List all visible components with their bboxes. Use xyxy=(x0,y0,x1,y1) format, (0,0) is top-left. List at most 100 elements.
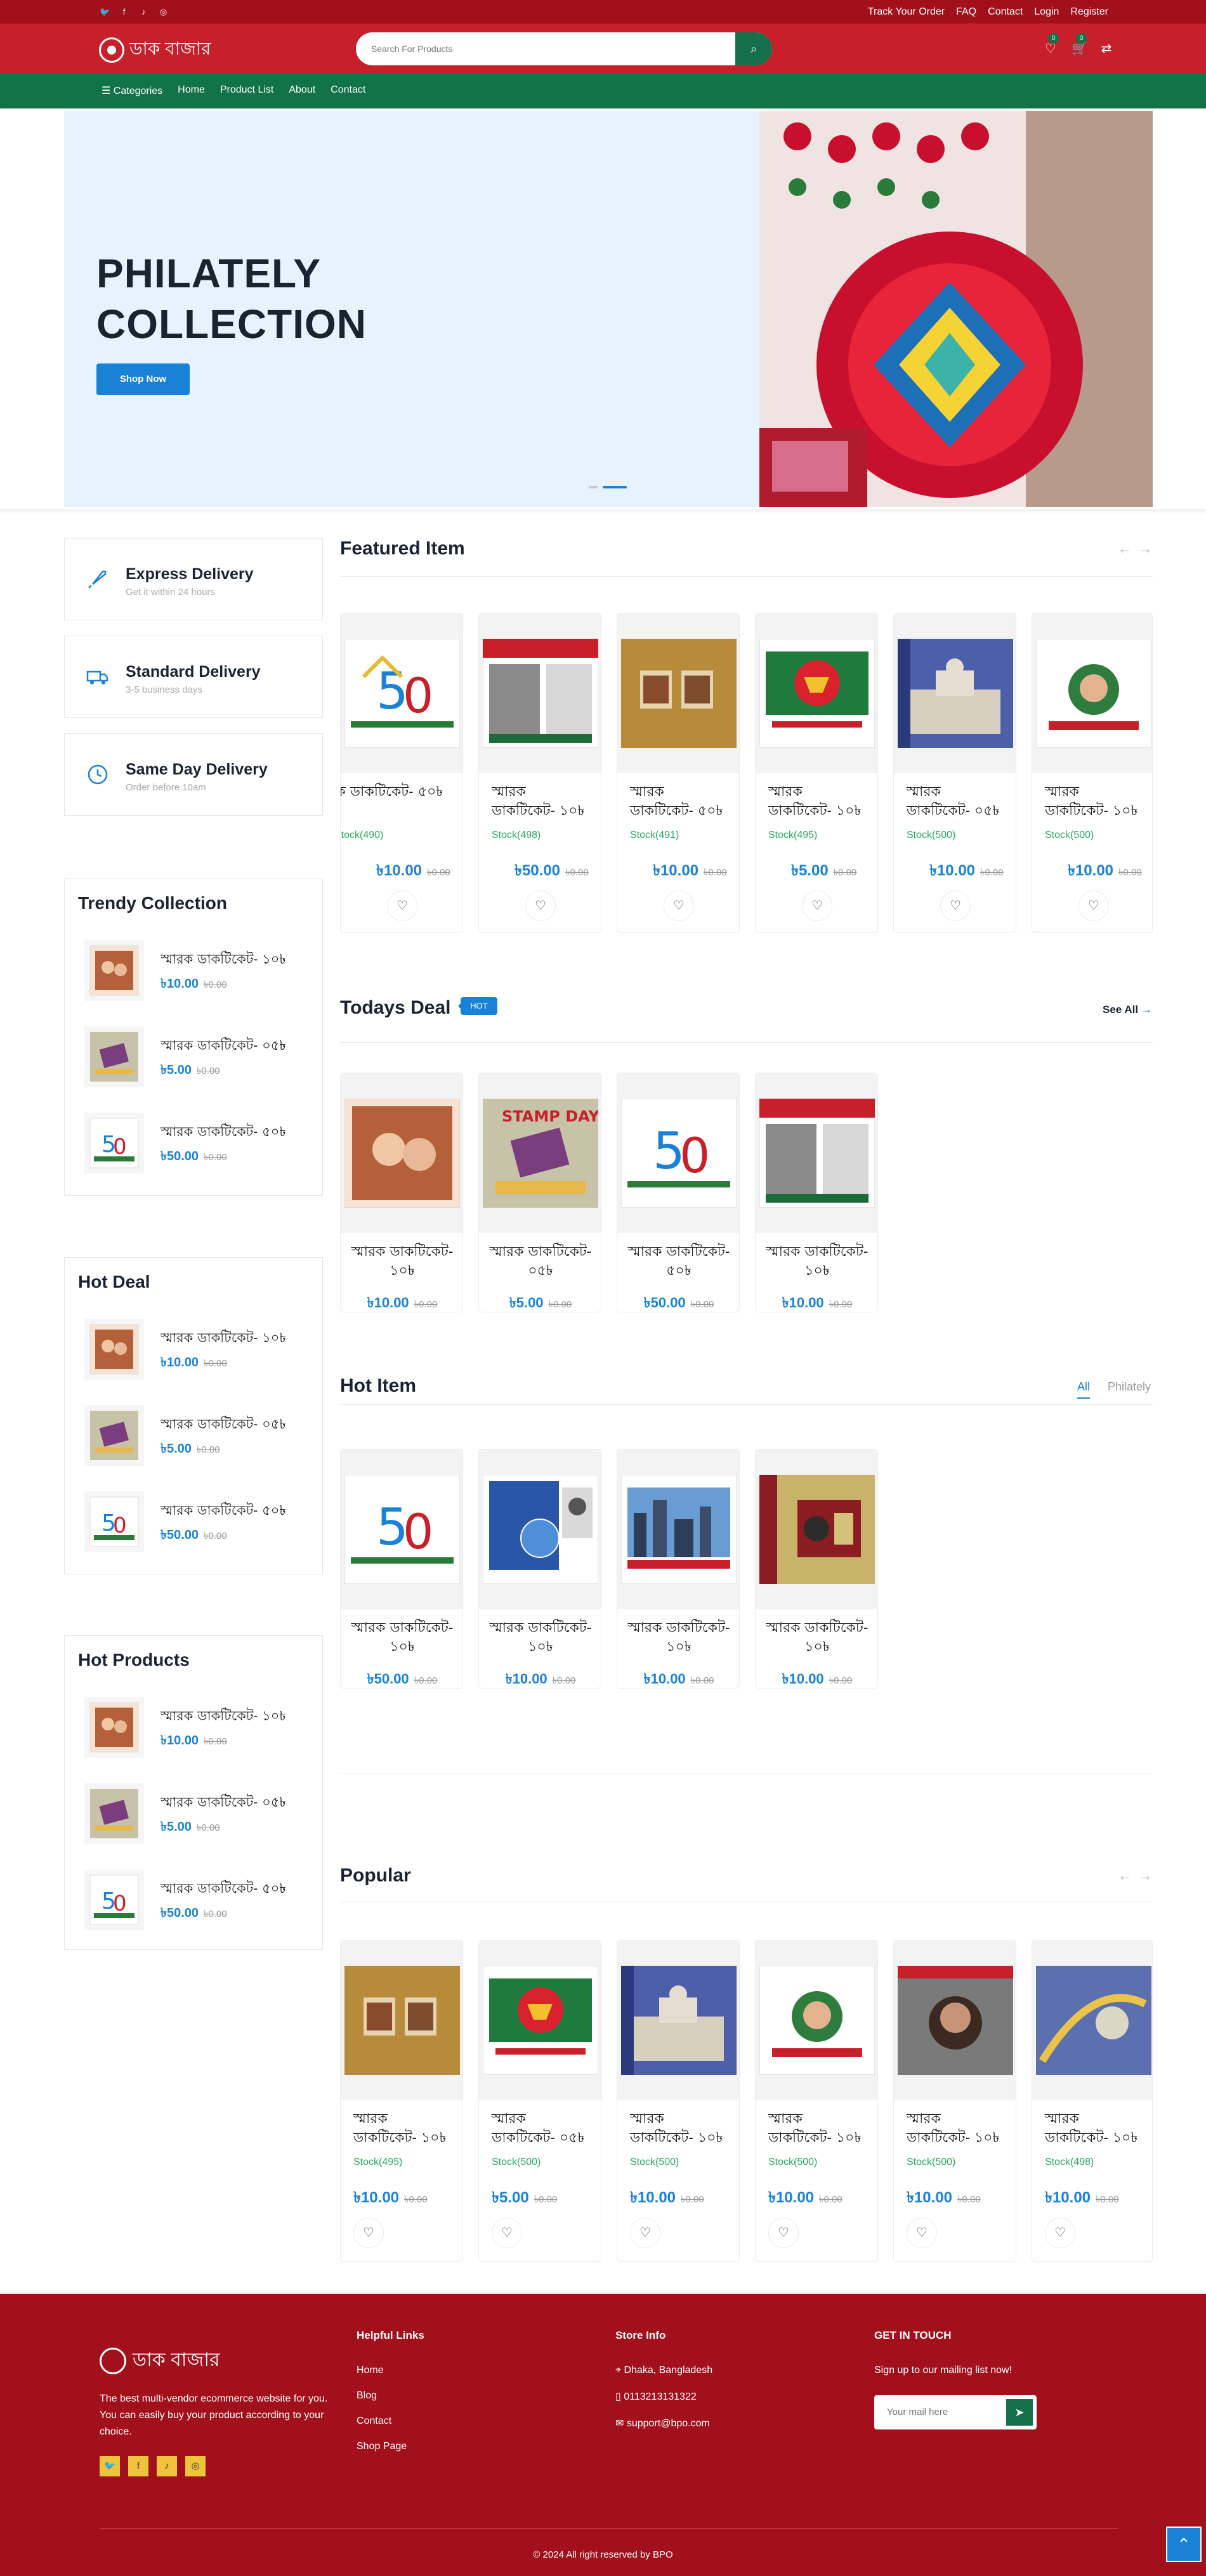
product-card[interactable]: 50 স্মারক ডাকটিকেট- ১০৳ ৳50.00 ৳0.00 xyxy=(340,1449,463,1689)
product-image xyxy=(894,613,1016,773)
wishlist-button[interactable]: ♡ xyxy=(630,2218,660,2248)
product-card[interactable]: 50 স্মারক ডাকটিকেট- ৫০৳ ৳50.00 ৳0.00 xyxy=(617,1073,740,1312)
nav-item-home[interactable]: Home xyxy=(178,84,205,97)
store-email[interactable]: ✉ support@bpo.com xyxy=(615,2417,712,2429)
product-card[interactable]: স্মারক ডাকটিকেট- ১০৳ ৳10.00 ৳0.00 xyxy=(755,1073,878,1312)
cart-icon: 🛒 xyxy=(1072,42,1087,56)
price-current: ৳10.00 xyxy=(630,2189,676,2206)
product-price: ৳10.00 ৳0.00 xyxy=(161,1353,227,1374)
twitter-icon[interactable]: 🐦 xyxy=(100,7,110,16)
wishlist-button[interactable]: ♡ xyxy=(940,891,971,921)
see-all-link[interactable]: See All → xyxy=(1103,1004,1152,1016)
slider-dot-active[interactable] xyxy=(603,486,627,488)
product-image xyxy=(479,1940,601,2100)
wishlist-button[interactable]: ♡ 0 xyxy=(1044,33,1059,56)
list-item[interactable]: স্মারক ডাকটিকেট- ০৫৳ ৳5.00 ৳0.00 xyxy=(84,1405,306,1466)
wishlist-button[interactable]: ♡ xyxy=(664,891,694,921)
wishlist-button[interactable]: ♡ xyxy=(353,2218,384,2248)
footer-link-home[interactable]: Home xyxy=(357,2365,424,2376)
categories-menu[interactable]: ☰ Categories xyxy=(102,84,162,97)
shop-now-button[interactable]: Shop Now xyxy=(96,363,190,395)
product-card[interactable]: স্মারক ডাকটিকেট- ১০৳ Stock(500) ৳10.00 ৳0… xyxy=(755,1940,878,2262)
price-current: ৳10.00 xyxy=(161,977,199,991)
wishlist-button[interactable]: ♡ xyxy=(1078,891,1109,921)
tab-all[interactable]: All xyxy=(1077,1380,1091,1399)
wishlist-button[interactable]: ♡ xyxy=(492,2218,522,2248)
product-card[interactable]: স্মারক ডাকটিকেট- ১০৳ ৳10.00 ৳0.00 xyxy=(755,1449,878,1689)
footer-logo[interactable]: ডাক বাজার xyxy=(100,2344,220,2377)
list-item[interactable]: 5 0 স্মারক ডাকটিকেট- ৫০৳ ৳50.00 ৳0.00 xyxy=(84,1869,306,1930)
product-card[interactable]: স্মারক ডাকটিকেট- ১০৳ Stock(500) ৳10.00 ৳0… xyxy=(893,1940,1016,2262)
product-card[interactable]: স্মারক ডাকটিকেট- ১০৳ ৳10.00 ৳0.00 xyxy=(617,1449,740,1689)
list-item[interactable]: স্মারক ডাকটিকেট- ০৫৳ ৳5.00 ৳0.00 xyxy=(84,1026,306,1087)
product-price: ৳10.00 ৳0.00 xyxy=(161,1731,227,1752)
cart-button[interactable]: 🛒 0 xyxy=(1072,33,1087,56)
list-item[interactable]: স্মারক ডাকটিকেট- ১০৳ ৳10.00 ৳0.00 xyxy=(84,1319,306,1380)
arrow-right-icon[interactable]: → xyxy=(1138,1867,1158,1883)
tiktok-icon[interactable]: ♪ xyxy=(157,2456,177,2476)
product-name: স্মারক ডাকটিকেট- ১০৳ xyxy=(766,1244,868,1279)
footer-link-contact[interactable]: Contact xyxy=(357,2416,424,2427)
compare-button[interactable]: ⇄ xyxy=(1099,41,1113,56)
tiktok-icon[interactable]: ♪ xyxy=(139,7,148,16)
faq-link[interactable]: FAQ xyxy=(956,6,976,18)
wishlist-button[interactable]: ♡ xyxy=(907,2218,937,2248)
login-link[interactable]: Login xyxy=(1034,6,1059,18)
product-card[interactable]: স্মারক ডাকটিকেট- ১০৳ Stock(498) ৳10.00 ৳0… xyxy=(1032,1940,1153,2262)
product-card[interactable]: স্মারক ডাকটিকেট- ১০৳ Stock(500) ৳10.00 ৳0… xyxy=(1032,613,1153,933)
product-card[interactable]: স্মারক ডাকটিকেট- ১০৳ Stock(498) ৳50.00 ৳0… xyxy=(478,613,601,933)
arrow-left-icon[interactable]: ← xyxy=(1118,1867,1138,1883)
facebook-icon[interactable]: f xyxy=(128,2456,148,2476)
arrow-right-icon[interactable]: → xyxy=(1138,540,1158,556)
price-current: ৳10.00 xyxy=(1045,2189,1091,2206)
newsletter-email-input[interactable] xyxy=(874,2395,995,2428)
product-card[interactable]: স্মারক ডাকটিকেট- ১০৳ Stock(495) ৳5.00 ৳0.… xyxy=(755,613,878,933)
nav-item-product-list[interactable]: Product List xyxy=(220,84,273,97)
product-price: ৳10.00 ৳0.00 xyxy=(161,974,227,995)
search-input[interactable] xyxy=(356,32,737,65)
email-text: support@bpo.com xyxy=(626,2418,710,2429)
scroll-to-top-button[interactable]: ⌃ xyxy=(1166,2527,1202,2562)
compare-icon: ⇄ xyxy=(1101,42,1112,56)
wishlist-button[interactable]: ♡ xyxy=(802,891,832,921)
footer-link-shop[interactable]: Shop Page xyxy=(357,2441,424,2452)
wishlist-button[interactable]: ♡ xyxy=(525,891,556,921)
list-item[interactable]: স্মারক ডাকটিকেট- ০৫৳ ৳5.00 ৳0.00 xyxy=(84,1783,306,1844)
newsletter-submit-button[interactable]: ➤ xyxy=(1006,2399,1033,2426)
list-item[interactable]: 5 0 স্মারক ডাকটিকেট- ৫০৳ ৳50.00 ৳0.00 xyxy=(84,1113,306,1174)
instagram-icon[interactable]: ◎ xyxy=(185,2456,206,2476)
tab-philately[interactable]: Philately xyxy=(1108,1380,1151,1399)
product-card[interactable]: স্মারক ডাকটিকেট- ৫০৳ Stock(491) ৳10.00 ৳0… xyxy=(617,613,740,933)
price-current: ৳5.00 xyxy=(492,2189,529,2206)
list-item[interactable]: স্মারক ডাকটিকেট- ১০৳ ৳10.00 ৳0.00 xyxy=(84,940,306,1001)
product-card[interactable]: স্মারক ডাকটিকেট- ০৫৳ Stock(500) ৳5.00 ৳0.… xyxy=(478,1940,601,2262)
product-card[interactable]: স্মারক ডাকটিকেট- ১০৳ Stock(500) ৳10.00 ৳0… xyxy=(617,1940,740,2262)
list-item[interactable]: 5 0 স্মারক ডাকটিকেট- ৫০৳ ৳50.00 ৳0.00 xyxy=(84,1491,306,1552)
nav-item-contact[interactable]: Contact xyxy=(331,84,365,97)
product-card[interactable]: 50 স্মারক ডাকটিকেট- ৫০৳ Stock(490) ৳10.0… xyxy=(340,613,463,933)
register-link[interactable]: Register xyxy=(1070,6,1108,18)
wishlist-button[interactable]: ♡ xyxy=(768,2218,799,2248)
store-info-title: Store Info xyxy=(615,2329,666,2341)
product-card[interactable]: স্মারক ডাকটিকেট- ১০৳ ৳10.00 ৳0.00 xyxy=(340,1073,463,1312)
product-card[interactable]: স্মারক ডাকটিকেট- ১০৳ ৳10.00 ৳0.00 xyxy=(478,1449,601,1689)
product-card[interactable]: STAMP DAY স্মারক ডাকটিকেট- ০৫৳ ৳5.00 ৳0.0… xyxy=(478,1073,601,1312)
list-item[interactable]: স্মারক ডাকটিকেট- ১০৳ ৳10.00 ৳0.00 xyxy=(84,1697,306,1758)
search-button[interactable]: ⌕ xyxy=(735,32,772,65)
slider-dot[interactable] xyxy=(589,486,598,488)
arrow-left-icon[interactable]: ← xyxy=(1118,540,1138,556)
instagram-icon[interactable]: ◎ xyxy=(159,7,168,16)
wishlist-button[interactable]: ♡ xyxy=(1045,2218,1075,2248)
product-card[interactable]: স্মারক ডাকটিকেট- ১০৳ Stock(495) ৳10.00 ৳0… xyxy=(340,1940,463,2262)
site-logo[interactable]: ডাক বাজার xyxy=(99,35,211,65)
wishlist-button[interactable]: ♡ xyxy=(387,891,417,921)
nav-item-about[interactable]: About xyxy=(289,84,315,97)
footer-link-blog[interactable]: Blog xyxy=(357,2390,424,2402)
contact-link[interactable]: Contact xyxy=(988,6,1023,18)
track-order-link[interactable]: Track Your Order xyxy=(868,6,945,18)
store-phone[interactable]: ▯ 0113213131322 xyxy=(615,2390,712,2403)
product-card[interactable]: স্মারক ডাকটিকেট- ০৫৳ Stock(500) ৳10.00 ৳0… xyxy=(893,613,1016,933)
widget-title: Hot Products xyxy=(78,1650,190,1670)
facebook-icon[interactable]: f xyxy=(119,7,129,16)
twitter-icon[interactable]: 🐦 xyxy=(100,2456,120,2476)
